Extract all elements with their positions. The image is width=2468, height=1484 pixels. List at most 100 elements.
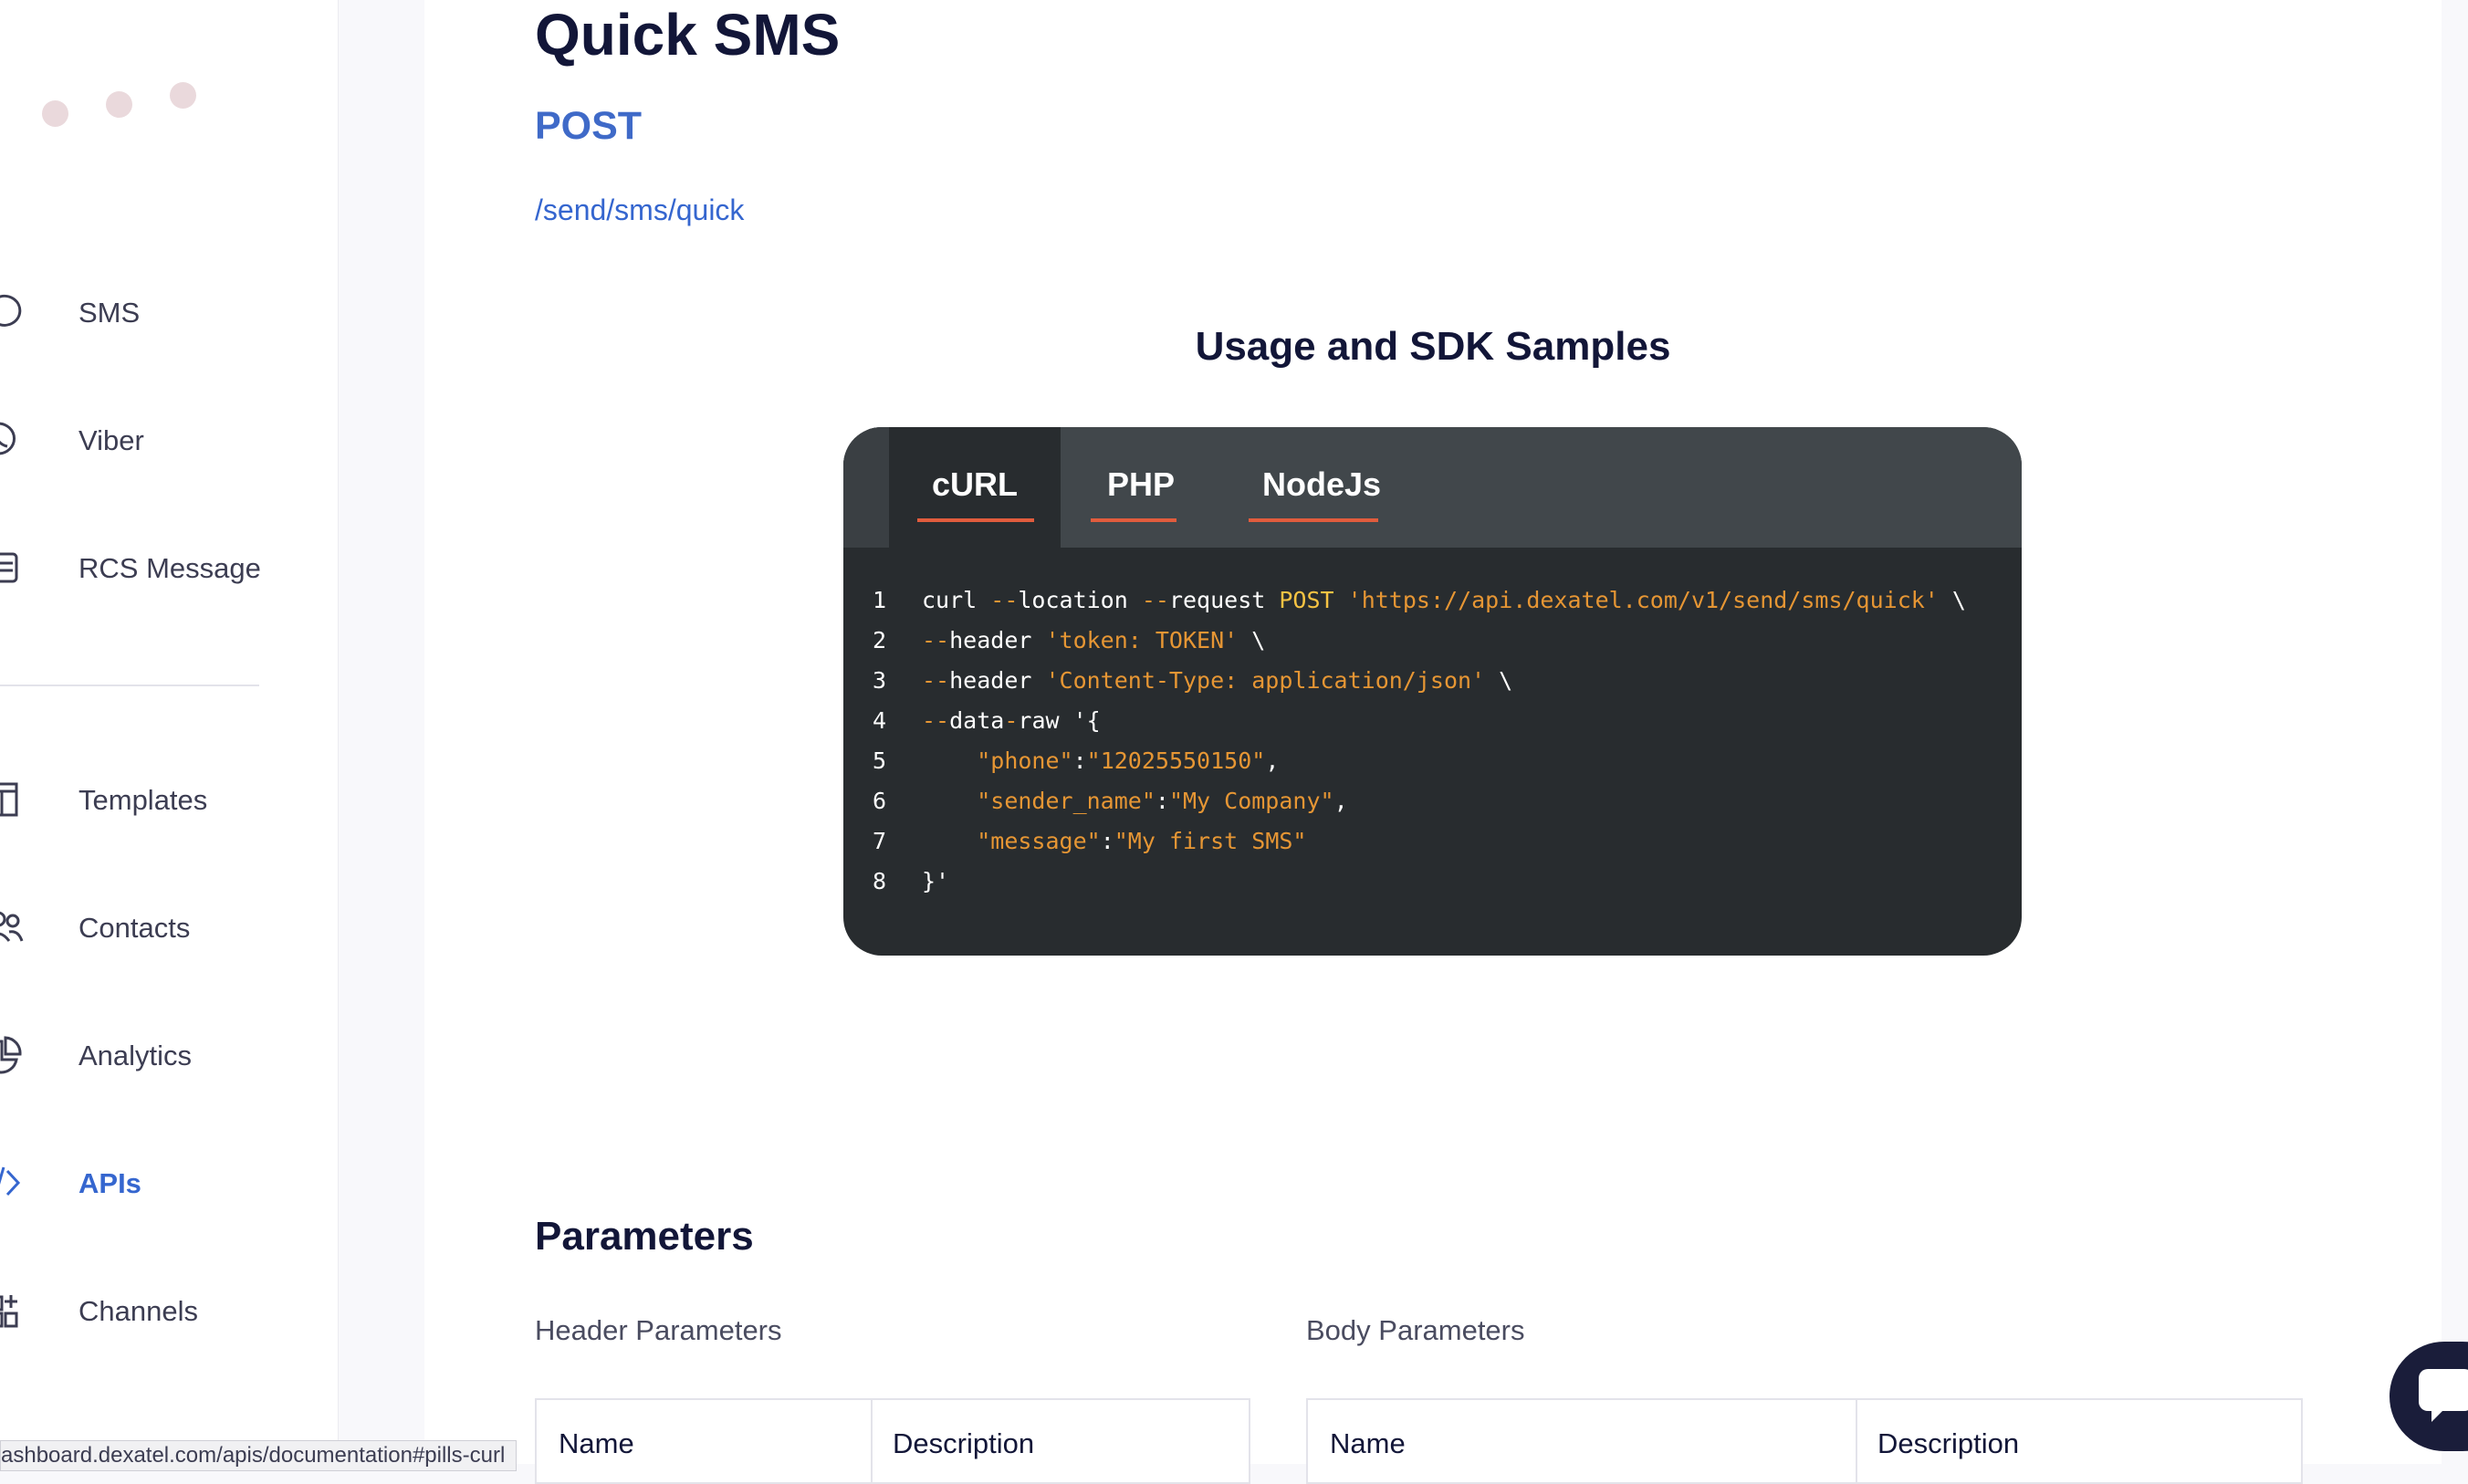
code-token: --: [990, 587, 1019, 613]
code-token: "sender_name": [977, 788, 1156, 814]
status-bar-url: ashboard.dexatel.com/apis/documentation#…: [0, 1440, 518, 1471]
parameters-heading: Parameters: [535, 1214, 754, 1259]
code-token: "phone": [977, 747, 1073, 774]
sidebar-item-sms[interactable]: SMS: [0, 280, 329, 344]
code-token: :: [1155, 788, 1169, 814]
code-token: location: [1018, 587, 1142, 613]
chat-bubble-icon: [0, 293, 29, 331]
sidebar-item-label: Contacts: [78, 912, 191, 944]
code-token: curl: [922, 587, 991, 613]
code-token: \: [1238, 627, 1266, 653]
loading-dots: [37, 82, 210, 128]
code-token: }': [922, 868, 950, 894]
column-header-description: Description: [1877, 1427, 2020, 1459]
line-number: 2: [873, 627, 887, 653]
code-token: --: [922, 667, 950, 694]
code-token: 'https://api.dexatel.com/v1/send/sms/qui…: [1347, 587, 1939, 613]
code-token: 'Content-Type: application/json': [1045, 667, 1486, 694]
viber-icon: [0, 421, 29, 459]
column-divider: [871, 1400, 873, 1482]
sidebar-item-label: APIs: [78, 1167, 141, 1199]
code-token: "My Company": [1168, 788, 1334, 814]
code-token: :: [1072, 747, 1087, 774]
rcs-message-icon: [0, 549, 29, 587]
code-text: --data-raw '{: [922, 707, 1101, 734]
code-token: "12025550150": [1086, 747, 1266, 774]
main-content: Quick SMS POST /send/sms/quick Usage and…: [424, 0, 2442, 1484]
tab-underline: [1249, 518, 1378, 522]
header-parameters-table: Name Description: [535, 1398, 1250, 1484]
code-text: "sender_name":"My Company",: [922, 788, 1348, 814]
http-method-label: POST: [535, 104, 643, 148]
code-text: curl --location --request POST 'https://…: [922, 587, 1966, 613]
column-header-name: Name: [559, 1427, 634, 1459]
tab-active-underline: [917, 518, 1034, 522]
code-tabs: cURL PHP NodeJs: [843, 427, 2022, 548]
code-token: -: [1004, 707, 1019, 734]
contacts-icon: [0, 908, 29, 946]
line-number: 8: [873, 868, 887, 894]
sidebar-item-apis[interactable]: APIs: [0, 1151, 329, 1215]
body-parameters-table: Name Description: [1306, 1398, 2303, 1484]
sidebar-item-label: Analytics: [78, 1040, 193, 1071]
code-token: "My first SMS": [1114, 828, 1307, 854]
code-token: request: [1168, 587, 1280, 613]
sidebar-item-rcs-message[interactable]: RCS Message: [0, 536, 329, 600]
tab-underline: [1091, 518, 1176, 522]
channels-icon: [0, 1291, 29, 1330]
tab-php[interactable]: PHP: [1061, 427, 1221, 548]
code-text: "message":"My first SMS": [922, 828, 1306, 854]
code-text: }': [922, 868, 949, 894]
column-divider: [1856, 1400, 1857, 1482]
tab-curl[interactable]: cURL: [889, 427, 1061, 548]
header-parameters-heading: Header Parameters: [535, 1314, 782, 1346]
code-token: 'token: TOKEN': [1045, 627, 1239, 653]
analytics-icon: [0, 1036, 29, 1074]
code-token: :: [1100, 828, 1114, 854]
sidebar-item-label: SMS: [78, 297, 141, 329]
line-number: 7: [873, 828, 887, 854]
chat-icon: [2419, 1369, 2468, 1422]
line-number: 5: [873, 747, 887, 774]
page-title: Quick SMS: [535, 2, 841, 68]
line-number: 1: [873, 587, 887, 613]
code-token: ,: [1333, 788, 1348, 814]
sidebar-item-label: Templates: [78, 784, 208, 816]
sidebar-item-label: RCS Message: [78, 552, 261, 584]
code-text: "phone":"12025550150",: [922, 747, 1279, 774]
line-number: 3: [873, 667, 887, 694]
sidebar-item-analytics[interactable]: Analytics: [0, 1023, 329, 1087]
line-number: 4: [873, 707, 887, 734]
sidebar-item-channels[interactable]: Channels: [0, 1279, 329, 1343]
tab-nodejs[interactable]: NodeJs: [1221, 427, 1422, 548]
body-parameters-heading: Body Parameters: [1306, 1314, 1525, 1346]
sidebar-item-contacts[interactable]: Contacts: [0, 895, 329, 959]
code-token: POST: [1279, 587, 1334, 613]
sidebar-item-templates[interactable]: Templates: [0, 768, 329, 831]
column-header-name: Name: [1330, 1427, 1406, 1459]
code-sample-card: cURL PHP NodeJs 1 curl --location --reque…: [843, 427, 2022, 956]
code-token: \: [1485, 667, 1513, 694]
sidebar-divider: [0, 685, 259, 686]
sidebar-item-label: Channels: [78, 1295, 198, 1327]
code-token: --: [922, 627, 950, 653]
sidebar-item-viber[interactable]: Viber: [0, 408, 329, 472]
code-token: "message": [977, 828, 1101, 854]
tab-label: NodeJs: [1261, 465, 1382, 503]
code-token: --: [1141, 587, 1169, 613]
code-token: raw '{: [1018, 707, 1101, 734]
tab-bar-edge: [843, 427, 889, 548]
code-token: ,: [1265, 747, 1280, 774]
code-token: data: [949, 707, 1005, 734]
samples-heading: Usage and SDK Samples: [1195, 324, 1671, 369]
endpoint-link[interactable]: /send/sms/quick: [535, 193, 744, 227]
code-text: --header 'Content-Type: application/json…: [922, 667, 1512, 694]
tab-label: PHP: [1106, 465, 1176, 503]
code-token: \: [1938, 587, 1966, 613]
code-token: --: [922, 707, 950, 734]
tab-label: cURL: [931, 465, 1018, 503]
